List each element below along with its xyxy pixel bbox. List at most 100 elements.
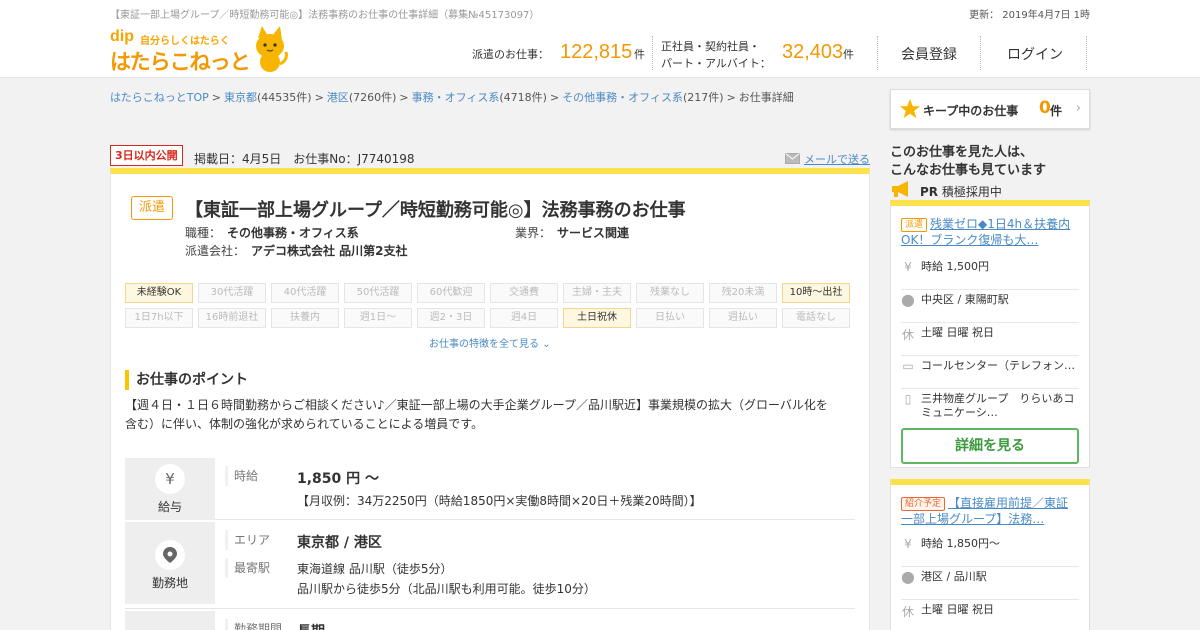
yen-icon: ¥ (155, 464, 185, 494)
map-pin-icon (155, 540, 185, 570)
related-job-salary: ¥ 時給 1,850円～ (901, 537, 1079, 567)
fulltime-jobs-label-line2: パート・アルバイト： (661, 57, 771, 70)
feature-tag: 電話なし (782, 308, 850, 328)
fulltime-jobs-count[interactable]: 32,403 (782, 41, 843, 64)
chevron-right-icon: › (1075, 101, 1081, 116)
map-pin-icon: ⬤ (901, 293, 915, 307)
pr-mark: PR (920, 185, 939, 199)
feature-tag: 未経験OK (125, 283, 193, 303)
feature-tag: 50代活躍 (344, 283, 412, 303)
employment-type-badge: 派遣 (901, 218, 928, 232)
header-divider (1086, 36, 1087, 70)
station-note: 品川駅から徒歩5分（北品川駅も利用可能。徒歩10分） (297, 582, 596, 596)
job-points-heading: お仕事のポイント (125, 370, 248, 390)
breadcrumb-current: お仕事詳細 (738, 91, 794, 104)
show-all-features-link[interactable]: お仕事の特徴を全て見る ⌄ (429, 335, 551, 350)
related-job-holiday: 休土曜 日曜 祝日 (901, 326, 1079, 356)
related-jobs-heading: このお仕事を見た人は、 こんなお仕事も見ています (890, 144, 1046, 180)
breadcrumb-link[interactable]: 事務・オフィス系 (412, 91, 500, 104)
feature-tag: 土日祝休 (563, 308, 631, 328)
new-listing-badge: 3日以内公開 (110, 145, 183, 166)
header-divider (652, 36, 653, 70)
industry-value: サービス関連 (557, 226, 630, 240)
related-job-category: ▭ コールセンター（テレフォン… (901, 359, 1079, 389)
holiday-icon: 休 (901, 605, 914, 619)
send-by-mail-link[interactable]: メールで送る (804, 151, 870, 167)
dispatch-jobs-unit: 件 (634, 48, 645, 61)
breadcrumb-count: (44535件) (257, 91, 312, 104)
related-job-holiday-text: 土曜 日曜 祝日 (921, 603, 994, 616)
kept-jobs-button[interactable]: キープ中のお仕事 0 件 › (890, 89, 1090, 129)
map-pin-icon: ⬤ (901, 570, 915, 584)
fulltime-jobs-label-line1: 正社員・契約社員・ (661, 40, 760, 53)
yen-icon: ¥ (904, 537, 912, 551)
feature-tag: 30代活躍 (198, 283, 266, 303)
breadcrumb-link[interactable]: その他事務・オフィス系 (562, 91, 683, 104)
dispatch-jobs-count[interactable]: 122,815 (560, 41, 632, 64)
related-job-title[interactable]: 派遣 残業ゼロ◆1日4h＆扶養内OK！ブランク復帰も大… (901, 216, 1079, 248)
salary-example: 【月収例：34万2250円（時給1850円×実働8時間×20日＋残業20時間）】 (297, 494, 702, 508)
salary-icon-box: ¥ 給与 (125, 458, 215, 520)
station-value: 東海道線 品川駅（徒歩5分） (297, 562, 453, 576)
feature-tag: 日払い (636, 308, 704, 328)
salary-value: 1,850 円 ～ (297, 471, 380, 487)
site-logo[interactable]: dip 自分らしくはたらく はたらこねっと (110, 24, 290, 74)
location-icon-box: 勤務地 (125, 522, 215, 604)
related-job-title[interactable]: 紹介予定 【直接雇用前提／東証一部上場グループ】法務… (901, 495, 1079, 527)
feature-tag: 40代活躍 (271, 283, 339, 303)
related-jobs-heading-line1: このお仕事を見た人は、 (890, 145, 1034, 160)
building-icon: ▯ (904, 392, 912, 406)
area-key: エリア (225, 530, 270, 550)
posted-info: 掲載日：4月5日 お仕事No：J7740198 (194, 152, 415, 166)
login-link[interactable]: ログイン (1007, 44, 1063, 64)
logo-dip: dip (110, 28, 134, 45)
fulltime-jobs-label: 正社員・契約社員・ パート・アルバイト： (661, 38, 771, 72)
station-key: 最寄駅 (225, 558, 270, 578)
related-job-card[interactable]: 派遣 残業ゼロ◆1日4h＆扶養内OK！ブランク復帰も大… ¥ 時給 1,500円 ⬤… (890, 200, 1090, 468)
megaphone-icon (892, 181, 908, 197)
page-meta-title: 【東証一部上場グループ／時短勤務可能◎】法務事務のお仕事の仕事詳細（募集№451… (110, 10, 540, 21)
job-title: 【東証一部上場グループ／時短勤務可能◎】法務事務のお仕事 (185, 200, 686, 221)
related-job-holiday-text: 土曜 日曜 祝日 (921, 326, 994, 339)
view-details-button[interactable]: 詳細を見る (901, 428, 1079, 464)
register-link[interactable]: 会員登録 (901, 44, 957, 64)
star-icon (899, 98, 921, 119)
related-job-salary: ¥ 時給 1,500円 (901, 260, 1079, 290)
update-time: 更新： 2019年4月7日 1時 (969, 10, 1090, 21)
related-job-place-text: 中央区 / 東陽町駅 (921, 293, 1009, 306)
pr-label: PR 積極採用中 (920, 183, 1002, 200)
feature-tag: 週1日～ (344, 308, 412, 328)
salary-row: ¥ 給与 時給 1,850 円 ～ 【月収例：34万2250円（時給1850円×… (125, 458, 855, 520)
feature-tag: 残業なし (636, 283, 704, 303)
area-value: 東京都 / 港区 (297, 535, 382, 551)
location-row: 勤務地 エリア 東京都 / 港区 最寄駅 東海道線 品川駅（徒歩5分） 品川駅か… (125, 522, 855, 609)
period-icon-box (125, 611, 215, 630)
related-job-holiday: 休土曜 日曜 祝日 (901, 603, 1079, 630)
logo-tagline: 自分らしくはたらく (140, 36, 230, 47)
breadcrumb: はたらこねっとTOP > 東京都(44535件) > 港区(7260件) > 事務・オフィス… (110, 91, 794, 104)
feature-tag: 16時前退社 (198, 308, 266, 328)
related-jobs-heading-line2: こんなお仕事も見ています (890, 163, 1047, 178)
occupation-label: 職種： (185, 226, 222, 240)
period-key: 勤務期間 (225, 619, 282, 630)
employment-type-badge: 紹介予定 (901, 497, 946, 511)
breadcrumb-link[interactable]: はたらこねっとTOP (110, 91, 209, 104)
logo-wordmark: はたらこねっと (110, 50, 251, 74)
feature-tag: 扶養内 (271, 308, 339, 328)
breadcrumb-link[interactable]: 東京都 (224, 91, 257, 104)
feature-tag: 交通費 (490, 283, 558, 303)
related-job-company: ▯ 三井物産グループ りらいあコミュニケーシ… (901, 392, 1079, 424)
related-job-card[interactable]: 紹介予定 【直接雇用前提／東証一部上場グループ】法務… ¥ 時給 1,850円～ ⬤… (890, 479, 1090, 630)
chevron-down-icon: ⌄ (542, 339, 551, 350)
feature-tag: 60代歓迎 (417, 283, 485, 303)
breadcrumb-link[interactable]: 港区 (327, 91, 349, 104)
feature-tag: 残20未満 (709, 283, 777, 303)
related-job-category-text: コールセンター（テレフォン… (921, 359, 1075, 372)
feature-tag: 1日7h以下 (125, 308, 193, 328)
occupation-value: その他事務・オフィス系 (227, 226, 359, 240)
breadcrumb-count: (217件) (682, 91, 724, 104)
related-job-place: ⬤ 中央区 / 東陽町駅 (901, 293, 1079, 323)
dispatch-jobs-label: 派遣のお仕事： (472, 48, 549, 61)
salary-label: 給与 (157, 500, 182, 514)
mail-icon (785, 153, 800, 164)
